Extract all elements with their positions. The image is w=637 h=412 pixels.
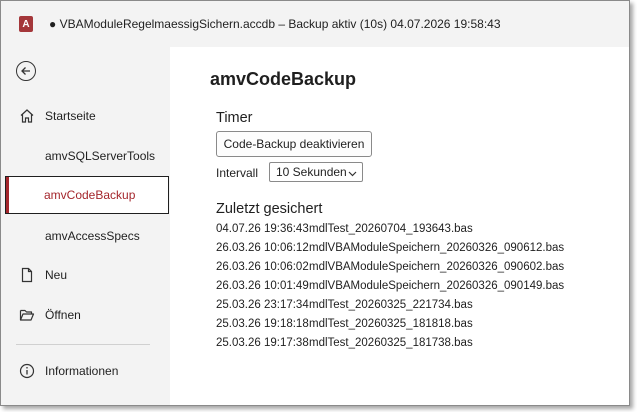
backstage-window: A ● VBAModuleRegelmaessigSichern.accdb –… bbox=[0, 0, 630, 406]
backup-filename: mdlTest_20260704_193643.bas bbox=[309, 223, 473, 235]
sidebar-item-startseite[interactable]: Startseite bbox=[5, 97, 169, 135]
backup-filename: mdlVBAModuleSpeichern_20260326_090149.ba… bbox=[309, 280, 565, 292]
backup-timestamp: 25.03.26 19:17:38 bbox=[216, 337, 309, 349]
backup-timestamp: 26.03.26 10:06:02 bbox=[216, 261, 309, 273]
backup-filename: mdlVBAModuleSpeichern_20260326_090612.ba… bbox=[309, 242, 565, 254]
sidebar-item-label: amvCodeBackup bbox=[44, 188, 136, 202]
backup-timestamp: 25.03.26 19:18:18 bbox=[216, 318, 309, 330]
sidebar-item-label: Startseite bbox=[45, 109, 96, 123]
title-bar: A ● VBAModuleRegelmaessigSichern.accdb –… bbox=[1, 1, 629, 47]
backup-filename: mdlTest_20260325_181738.bas bbox=[309, 337, 473, 349]
toggle-backup-button[interactable]: Code-Backup deaktivieren bbox=[216, 131, 372, 157]
backup-filename: mdlTest_20260325_221734.bas bbox=[309, 299, 473, 311]
new-document-icon bbox=[19, 267, 39, 283]
home-icon bbox=[19, 108, 39, 124]
list-item: 26.03.26 10:06:02 mdlVBAModuleSpeichern_… bbox=[216, 261, 564, 280]
list-item: 26.03.26 10:06:12 mdlVBAModuleSpeichern_… bbox=[216, 242, 564, 261]
sidebar-item-label: Öffnen bbox=[45, 308, 81, 322]
list-item: 25.03.26 19:17:38 mdlTest_20260325_18173… bbox=[216, 337, 564, 356]
back-arrow-icon[interactable] bbox=[16, 61, 36, 81]
backup-timestamp: 04.07.26 19:36:43 bbox=[216, 223, 309, 235]
interval-select-value: 10 Sekunden bbox=[276, 165, 347, 179]
page-title: amvCodeBackup bbox=[210, 69, 357, 89]
sidebar-item-label: amvAccessSpecs bbox=[45, 229, 140, 243]
sidebar-item-label: amvSQLServerTools bbox=[45, 149, 156, 163]
list-item: 25.03.26 23:17:34 mdlTest_20260325_22173… bbox=[216, 299, 564, 318]
sidebar-item-neu[interactable]: Neu bbox=[5, 256, 169, 294]
sidebar: Startseite amvSQLServerTools amvCodeBack… bbox=[1, 47, 170, 405]
sidebar-item-informationen[interactable]: Informationen bbox=[5, 352, 169, 390]
recent-backups-heading: Zuletzt gesichert bbox=[216, 201, 323, 217]
list-item: 04.07.26 19:36:43 mdlTest_20260704_19364… bbox=[216, 223, 564, 242]
interval-select[interactable]: 10 Sekunden bbox=[269, 162, 363, 182]
info-icon bbox=[19, 363, 39, 379]
backup-filename: mdlTest_20260325_181818.bas bbox=[309, 318, 473, 330]
sidebar-item-amvaccessspecs[interactable]: amvAccessSpecs bbox=[5, 217, 169, 255]
chevron-down-icon bbox=[348, 167, 357, 181]
main-content: amvCodeBackup Timer Code-Backup deaktivi… bbox=[170, 47, 629, 405]
access-app-icon: A bbox=[19, 16, 33, 32]
window-title: ● VBAModuleRegelmaessigSichern.accdb – B… bbox=[49, 17, 501, 31]
timer-heading: Timer bbox=[216, 110, 253, 126]
backup-list: 04.07.26 19:36:43 mdlTest_20260704_19364… bbox=[216, 223, 564, 356]
sidebar-item-amvsqlservertools[interactable]: amvSQLServerTools bbox=[5, 137, 169, 175]
sidebar-divider bbox=[16, 344, 150, 345]
backup-timestamp: 26.03.26 10:01:49 bbox=[216, 280, 309, 292]
interval-label: Intervall bbox=[216, 166, 259, 180]
backup-timestamp: 26.03.26 10:06:12 bbox=[216, 242, 309, 254]
app-icon-letter: A bbox=[22, 18, 30, 30]
list-item: 26.03.26 10:01:49 mdlVBAModuleSpeichern_… bbox=[216, 280, 564, 299]
list-item: 25.03.26 19:18:18 mdlTest_20260325_18181… bbox=[216, 318, 564, 337]
backup-filename: mdlVBAModuleSpeichern_20260326_090602.ba… bbox=[309, 261, 565, 273]
sidebar-item-oeffnen[interactable]: Öffnen bbox=[5, 296, 169, 334]
sidebar-item-label: Informationen bbox=[45, 364, 119, 378]
sidebar-item-label: Neu bbox=[45, 268, 68, 282]
folder-open-icon bbox=[19, 307, 39, 323]
backup-timestamp: 25.03.26 23:17:34 bbox=[216, 299, 309, 311]
sidebar-item-amvcodebackup[interactable]: amvCodeBackup bbox=[5, 176, 169, 214]
